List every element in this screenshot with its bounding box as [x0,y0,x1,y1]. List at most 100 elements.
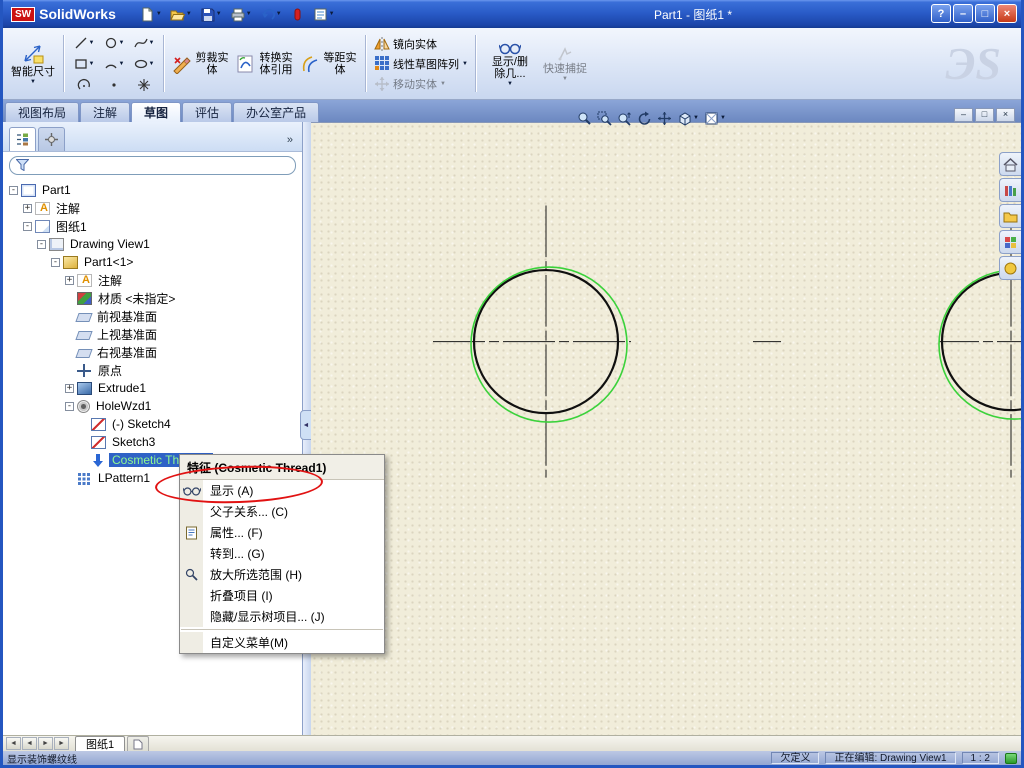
menu-item-show[interactable]: 显示 (A) [180,480,384,501]
arc-tool-button[interactable]: ▼ [99,53,129,74]
convert-entities-button[interactable]: 转换实体引用 [233,31,297,96]
linear-sketch-pattern-button[interactable]: 线性草图阵列 ▼ [371,54,471,73]
view-orientation-button[interactable]: ▼ [676,110,700,127]
tree-item-holewzd1[interactable]: - HoleWzd1 [3,397,302,415]
new-document-icon [142,7,153,21]
centerpoint-arc-tool-button[interactable] [69,74,99,95]
smart-dimension-button[interactable]: 智能尺寸 ▼ [7,31,59,96]
graphics-area[interactable] [311,122,1021,735]
point-tool-button[interactable] [99,74,129,95]
tree-item-extrude1[interactable]: + Extrude1 [3,379,302,397]
document-minimize-button[interactable]: – [954,108,973,122]
close-button[interactable]: × [997,4,1017,23]
tree-filter-box[interactable] [9,155,296,175]
last-sheet-button[interactable]: ► [54,737,69,750]
featuremanager-tree-tab[interactable] [9,127,36,151]
display-delete-relations-button[interactable]: 显示/删除几... ▼ [481,31,539,96]
previous-sheet-button[interactable]: ◄ [22,737,37,750]
properties-sheet-icon [180,526,203,540]
open-button[interactable]: ▼ [168,3,194,25]
tree-item-annotations[interactable]: + 注解 [3,199,302,217]
trim-entities-label: 剪裁实体 [195,51,229,76]
add-sheet-tab[interactable] [127,736,150,751]
offset-entities-button[interactable]: 等距实体 [297,31,361,96]
red-indicator-icon[interactable] [288,3,307,25]
pan-button[interactable] [656,110,673,127]
cosmetic-thread-circle-2 [938,269,1021,420]
options-button[interactable]: ▼ [311,3,337,25]
tree-item-part1[interactable]: - Part1 [3,181,302,199]
undo-button[interactable]: ▼ [258,3,284,25]
sheet1-tab[interactable]: 图纸1 [75,736,126,751]
expander-icon[interactable]: + [23,203,32,213]
next-sheet-button[interactable]: ► [38,737,53,750]
file-explorer-tab[interactable] [999,204,1021,228]
rotate-view-button[interactable] [636,110,653,127]
tree-item-front-plane[interactable]: 前视基准面 [3,307,302,325]
tree-filter-input[interactable] [33,159,289,171]
tree-item-sketch4[interactable]: (-) Sketch4 [3,415,302,433]
tree-item-origin[interactable]: 原点 [3,361,302,379]
menu-item-go-to[interactable]: 转到... (G) [180,543,384,564]
menu-item-parent-child[interactable]: 父子关系... (C) [180,501,384,522]
tree-item-annotations-2[interactable]: + 注解 [3,271,302,289]
quick-tips-icon[interactable] [1005,752,1017,764]
tab-view-layout[interactable]: 视图布局 [5,102,80,122]
convert-entities-icon [237,55,253,72]
panel-overflow-chevron[interactable]: » [287,134,298,151]
expander-icon[interactable]: - [9,185,18,195]
circle-tool-button[interactable]: ▼ [99,32,129,53]
save-button[interactable]: ▼ [198,3,224,25]
tree-item-label: Sketch3 [112,435,156,449]
tree-item-top-plane[interactable]: 上视基准面 [3,325,302,343]
tab-annotation[interactable]: 注解 [80,102,131,122]
trim-entities-button[interactable]: 剪裁实体 [169,31,233,96]
menu-item-hide-show-tree-items[interactable]: 隐藏/显示树项目... (J) [180,606,384,627]
mirror-entities-button[interactable]: 镜向实体 [371,34,471,53]
menu-item-properties[interactable]: 属性... (F) [180,522,384,543]
design-library-tab[interactable] [999,178,1021,202]
document-close-button[interactable]: × [996,108,1015,122]
menu-item-zoom-to-selection[interactable]: 放大所选范围 (H) [180,564,384,585]
tree-item-label: Extrude1 [98,381,147,395]
propertymanager-tab[interactable] [38,127,65,151]
menu-item-collapse-items[interactable]: 折叠项目 (I) [180,585,384,606]
expander-icon[interactable]: - [37,239,46,249]
tree-item-material[interactable]: 材质 <未指定> [3,289,302,307]
spline-tool-button[interactable]: ▼ [129,32,159,53]
rectangle-tool-button[interactable]: ▼ [69,53,99,74]
first-sheet-button[interactable]: ◄ [6,737,21,750]
line-tool-button[interactable]: ▼ [69,32,99,53]
ellipse-tool-button[interactable]: ▼ [129,53,159,74]
zoom-in-out-button[interactable] [616,110,633,127]
print-button[interactable]: ▼ [228,3,254,25]
help-button[interactable]: ? [931,4,951,23]
expander-icon[interactable]: - [51,257,60,267]
new-document-button[interactable]: ▼ [138,3,164,25]
tree-item-drawing-view1[interactable]: - Drawing View1 [3,235,302,253]
maximize-button[interactable]: □ [975,4,995,23]
tab-office-products[interactable]: 办公室产品 [233,102,320,122]
polygon-tool-button[interactable] [129,74,159,95]
minimize-button[interactable]: – [953,4,973,23]
title-bar: SW SolidWorks ▼ ▼ ▼ ▼ ▼ ▼ Part1 - 图纸1 * … [3,0,1021,28]
zoom-area-button[interactable] [596,110,613,127]
tree-item-part1-instance[interactable]: - Part1<1> [3,253,302,271]
expander-icon[interactable]: + [65,275,74,285]
tree-item-sketch3[interactable]: Sketch3 [3,433,302,451]
tree-item-sheet1[interactable]: - 图纸1 [3,217,302,235]
solidworks-resources-tab[interactable] [999,152,1021,176]
zoom-to-fit-button[interactable] [576,110,593,127]
tab-sketch[interactable]: 草图 [131,102,182,122]
tab-evaluate[interactable]: 评估 [182,102,233,122]
display-style-button[interactable]: ▼ [703,110,727,127]
custom-properties-tab[interactable] [999,256,1021,280]
menu-item-customize-menu[interactable]: 自定义菜单(M) [180,632,384,653]
expander-icon[interactable]: - [23,221,32,231]
expander-icon[interactable]: - [65,401,74,411]
sketch-icon [91,417,106,431]
tree-item-right-plane[interactable]: 右视基准面 [3,343,302,361]
palette-tab[interactable] [999,230,1021,254]
document-restore-button[interactable]: □ [975,108,994,122]
expander-icon[interactable]: + [65,383,74,393]
